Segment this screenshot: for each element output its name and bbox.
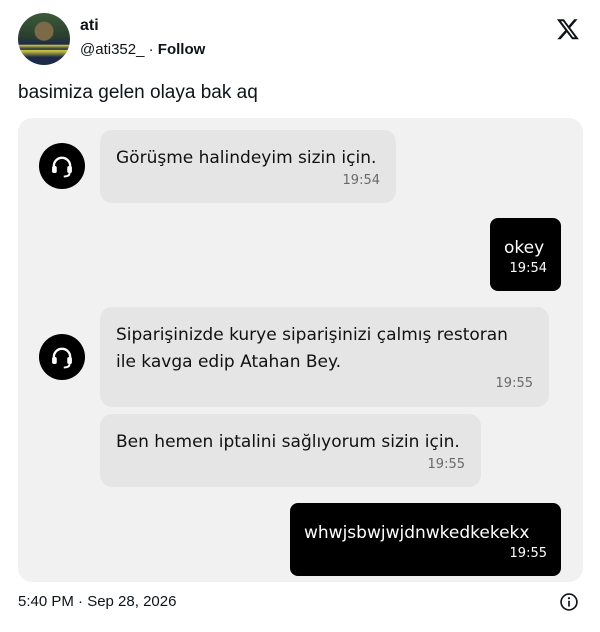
message-bubble-agent: Ben hemen iptalini sağlıyorum sizin için… (100, 414, 481, 487)
follow-button[interactable]: Follow (158, 41, 206, 58)
headset-icon (39, 143, 85, 189)
tweet-text: basimiza gelen olaya bak aq (18, 82, 258, 103)
x-logo-icon[interactable] (556, 17, 580, 41)
tweet-header: ati @ati352_ · Follow (18, 13, 584, 65)
message-time: 19:55 (509, 546, 547, 561)
message-text: Görüşme halindeyim sizin için. (116, 148, 377, 168)
message-text: okey (504, 238, 545, 258)
message-time: 19:55 (427, 457, 465, 472)
display-name[interactable]: ati (80, 17, 99, 35)
message-text: Siparişinizde kurye siparişinizi çalmış … (116, 325, 508, 345)
message-bubble-agent: Görüşme halindeyim sizin için. 19:54 (100, 130, 396, 203)
message-bubble-user: okey 19:54 (490, 218, 561, 291)
headset-icon (39, 334, 85, 380)
message-bubble-user: whwjsbwjwjdnwkedkekekx 19:55 (290, 503, 561, 576)
chat-screenshot-media[interactable]: Görüşme halindeyim sizin için. 19:54 oke… (18, 118, 583, 582)
handle-line: @ati352_ · Follow (80, 41, 205, 58)
message-text: Ben hemen iptalini sağlıyorum sizin için… (116, 432, 460, 452)
avatar[interactable] (18, 13, 70, 65)
separator: · (144, 41, 158, 58)
message-text: ile kavga edip Atahan Bey. (116, 352, 342, 372)
info-icon[interactable] (559, 592, 579, 612)
message-bubble-agent: Siparişinizde kurye siparişinizi çalmış … (100, 307, 549, 407)
tweet-timestamp[interactable]: 5:40 PM · Sep 28, 2026 (18, 593, 176, 610)
message-text: whwjsbwjwjdnwkedkekekx (304, 523, 530, 543)
message-time: 19:55 (495, 376, 533, 391)
user-handle[interactable]: @ati352_ (80, 41, 144, 58)
message-time: 19:54 (342, 173, 380, 188)
message-time: 19:54 (509, 261, 547, 276)
